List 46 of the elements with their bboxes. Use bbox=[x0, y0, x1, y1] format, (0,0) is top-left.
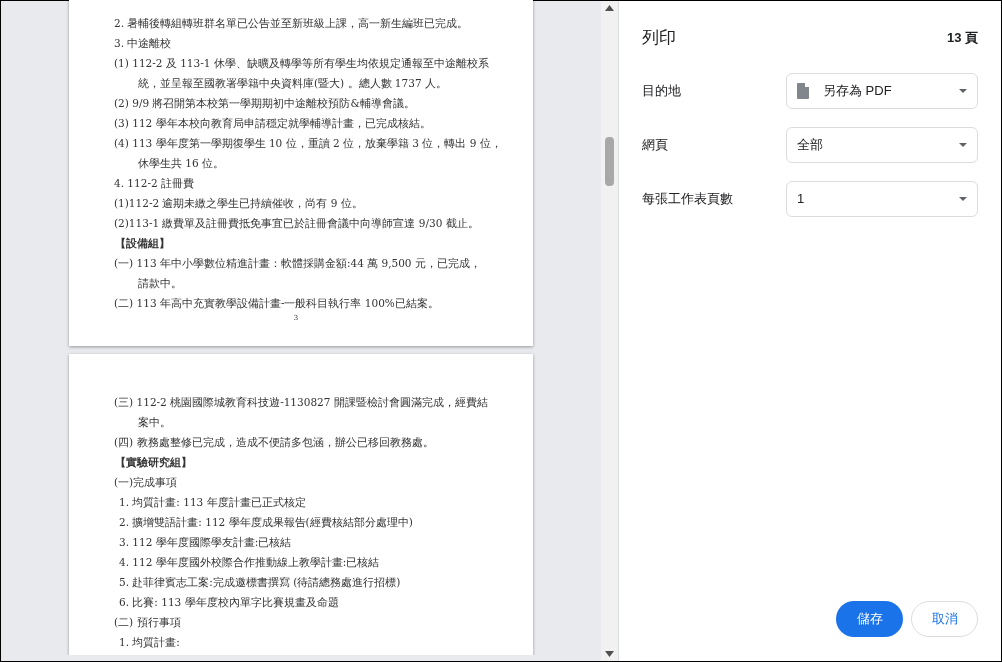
dropdown-caret-icon bbox=[959, 143, 967, 147]
document-text-line: 5. 赴菲律賓志工案:完成邀標書撰寫 (待請總務處進行招標) bbox=[118, 576, 402, 588]
document-text-line: (二) 113 年高中充實教學設備計畫-一般科目執行率 100%已結案。 bbox=[113, 297, 440, 309]
document-text-line: 3. 中途離校 bbox=[113, 37, 173, 49]
document-text-line: 1. 均質計畫: 113 年度計畫已正式核定 bbox=[118, 496, 307, 508]
document-text-line: 3. 112 學年度國際學友計畫:已核結 bbox=[118, 536, 293, 548]
scroll-up-arrow-icon[interactable] bbox=[605, 5, 614, 11]
section-heading: 【設備組】 bbox=[114, 237, 171, 249]
document-text-line: 休學生共 16 位。 bbox=[137, 157, 226, 169]
print-title: 列印 bbox=[642, 27, 676, 50]
dropdown-caret-icon bbox=[959, 89, 967, 93]
document-text-line: (一)完成事項 bbox=[113, 476, 179, 488]
setting-label: 每張工作表頁數 bbox=[642, 190, 733, 209]
document-text-line: (2)113-1 繳費單及註冊費抵免事宜已於註冊會議中向導師宣達 9/30 截止。 bbox=[113, 217, 480, 229]
setting-label: 網頁 bbox=[642, 136, 668, 155]
scroll-down-arrow-icon[interactable] bbox=[605, 651, 614, 657]
document-text-line: (一) 113 年中小學數位精進計畫：軟體採購金額:44 萬 9,500 元，已完成， bbox=[113, 257, 482, 269]
document-text-line: 6. 比賽: 113 學年度校內單字比賽規畫及命題 bbox=[118, 596, 340, 608]
document-text-line: (三) 112-2 桃園國際城教育科技遊-1130827 開課暨檢討會圓滿完成，經費結 bbox=[113, 396, 489, 408]
document-text-line: (4) 113 學年度第一學期復學生 10 位，重讀 2 位，放棄學籍 3 位，轉出 9 位， bbox=[113, 137, 503, 149]
document-text-line: 1. 均質計畫: bbox=[118, 636, 181, 648]
document-text-line: 4. 112 學年度國外校際合作推動線上教學計畫:已核結 bbox=[118, 556, 381, 568]
dropdown-caret-icon bbox=[959, 197, 967, 201]
document-icon bbox=[797, 83, 809, 99]
document-text-line: (2) 9/9 將召開第本校第一學期期初中途離校預防&輔導會議。 bbox=[113, 97, 416, 109]
page-count: 13 頁 bbox=[946, 29, 978, 48]
document-text-line: (1) 112-2 及 113-1 休學、缺曠及轉學等所有學生均依規定通報至中途離校系 bbox=[113, 57, 490, 69]
document-text-line: (1)112-2 逾期未繳之學生已持續催收，尚有 9 位。 bbox=[113, 197, 364, 209]
setting-label: 目的地 bbox=[642, 82, 681, 101]
save-button[interactable]: 儲存 bbox=[836, 601, 903, 637]
document-text-line: 2. 擴增雙語計畫: 112 學年度成果報告(經費核結部分處理中) bbox=[118, 516, 414, 528]
document-text-line: 2. 暑輔後轉組轉班群名單已公告並至新班級上課，高一新生編班已完成。 bbox=[113, 17, 470, 29]
setting-dropdown[interactable]: 1 bbox=[786, 181, 978, 217]
document-text-line: 請款中。 bbox=[137, 277, 183, 289]
document-text-line: (四) 教務處整修已完成，造成不便請多包涵，辦公已移回教務處。 bbox=[113, 436, 435, 448]
cancel-button[interactable]: 取消 bbox=[911, 601, 978, 637]
scrollbar[interactable] bbox=[601, 1, 618, 661]
setting-dropdown[interactable]: 另存為 PDF bbox=[786, 73, 978, 109]
setting-dropdown[interactable]: 全部 bbox=[786, 127, 978, 163]
document-text-line: (3) 112 學年本校向教育局申請穩定就學輔導計畫，已完成核結。 bbox=[113, 117, 432, 129]
section-heading: 【實驗研究組】 bbox=[114, 456, 193, 468]
document-text-line: 4. 112-2 註冊費 bbox=[113, 177, 195, 189]
document-text-line: 案中。 bbox=[137, 416, 172, 428]
document-text-line: (二) 預行事項 bbox=[113, 616, 182, 628]
scrollbar-thumb[interactable] bbox=[605, 137, 614, 186]
document-text-line: 統，並呈報至國教署學籍中央資料庫(暨大) 。總人數 1737 人。 bbox=[137, 77, 448, 89]
